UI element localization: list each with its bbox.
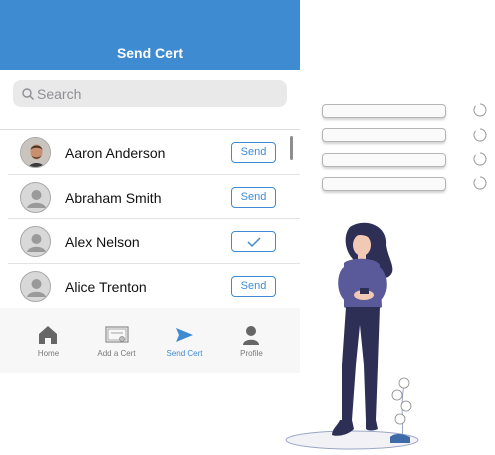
nav-header: Send Cert [0, 0, 300, 70]
list-item[interactable]: Alex Nelson [8, 219, 300, 264]
tab-profile[interactable]: Profile [214, 308, 289, 373]
list-item[interactable]: Aaron Anderson Send [8, 130, 300, 175]
decorative-card [322, 177, 446, 191]
avatar [20, 226, 51, 257]
contact-name: Alex Nelson [65, 234, 140, 250]
tab-label: Home [37, 349, 60, 358]
tab-add-cert[interactable]: Add a Cert [79, 308, 154, 373]
tab-label: Profile [240, 349, 263, 358]
decorative-card [322, 104, 446, 118]
certificate-icon [105, 326, 129, 343]
checkmark-icon [246, 237, 261, 248]
person-icon [27, 189, 46, 208]
home-icon [39, 326, 57, 344]
send-button[interactable]: Send [231, 186, 276, 208]
search-input[interactable]: Search [13, 80, 287, 107]
contact-name: Abraham Smith [65, 189, 162, 206]
tab-label: Add a Cert [97, 349, 136, 358]
sent-button[interactable] [231, 231, 276, 252]
contact-list[interactable]: Aaron Anderson Send Abraham Smith Send A… [0, 129, 300, 304]
person-with-phone-illustration [285, 222, 419, 450]
loading-circle-icon [473, 128, 487, 142]
profile-icon [243, 326, 259, 345]
page-title: Send Cert [116, 45, 184, 61]
list-item[interactable]: Alice Trenton Send [8, 264, 300, 305]
send-icon [176, 328, 193, 342]
tab-label: Send Cert [166, 349, 203, 358]
avatar [20, 270, 51, 302]
contact-name: Alice Trenton [65, 278, 147, 295]
tab-send-cert[interactable]: Send Cert [147, 308, 222, 373]
person-icon [27, 278, 46, 297]
search-placeholder: Search [37, 86, 82, 102]
search-icon [22, 88, 34, 100]
scrollbar[interactable] [290, 136, 293, 160]
phone-screen: Send Cert Search Aaron Anderson Send Abr… [0, 0, 300, 373]
loading-circle-icon [473, 103, 487, 117]
list-item[interactable]: Abraham Smith Send [8, 175, 300, 219]
tab-bar: Home Add a Cert Send Cert Profile [0, 308, 300, 373]
avatar [20, 137, 51, 168]
send-button[interactable]: Send [231, 142, 276, 163]
loading-circle-icon [473, 176, 487, 190]
send-button[interactable]: Send [231, 275, 276, 297]
avatar [20, 181, 51, 213]
contact-name: Aaron Anderson [65, 145, 166, 161]
loading-circle-icon [473, 152, 487, 166]
decorative-card [322, 128, 446, 142]
tab-home[interactable]: Home [11, 308, 86, 373]
decorative-card [322, 153, 446, 167]
person-icon [27, 234, 46, 252]
